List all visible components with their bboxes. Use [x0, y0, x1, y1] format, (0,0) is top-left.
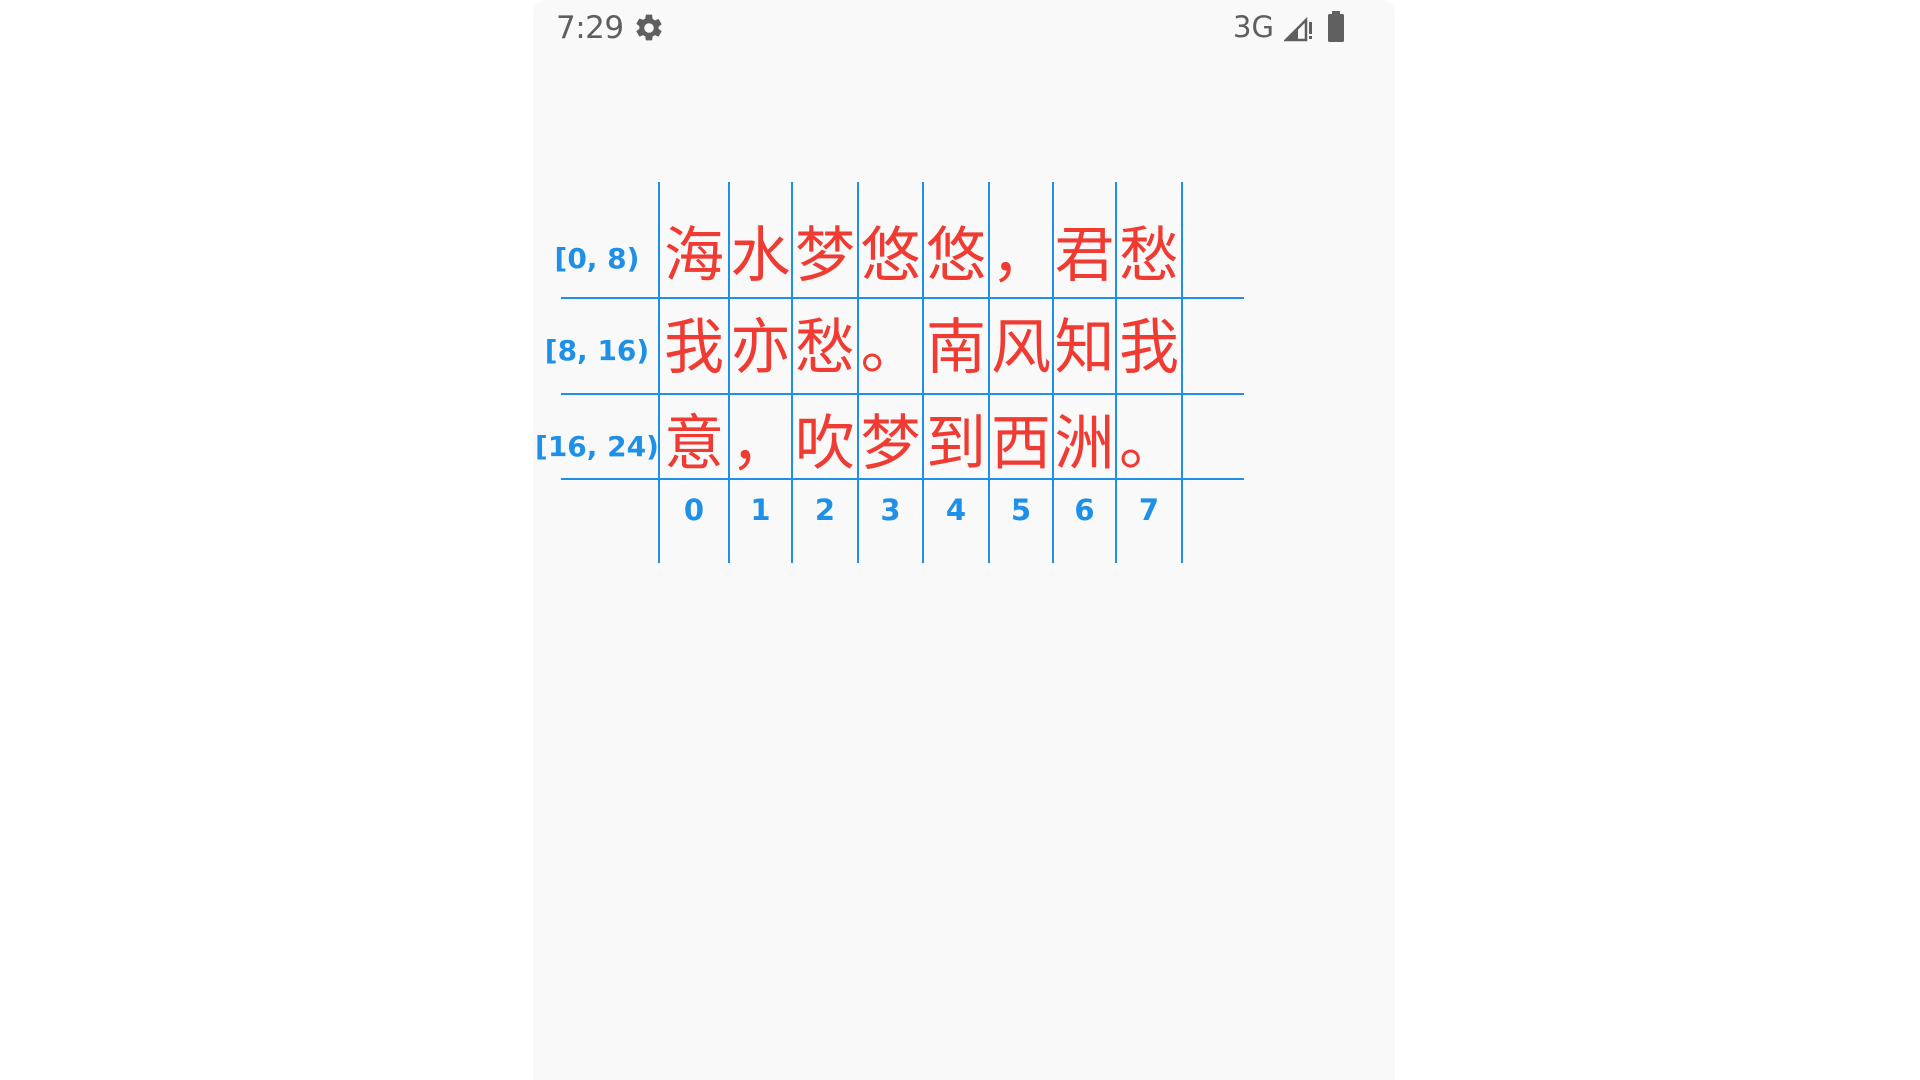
column-index-label: 4 [946, 493, 966, 527]
grid-character: 愁 [1119, 221, 1179, 291]
grid-character: 亦 [731, 313, 791, 383]
grid-character: ， [991, 221, 1051, 291]
column-index-label: 5 [1011, 493, 1031, 527]
column-index-label: 7 [1139, 493, 1159, 527]
grid-character: 君 [1055, 221, 1115, 291]
column-index-label: 6 [1074, 493, 1094, 527]
grid-character: 。 [861, 313, 921, 383]
column-index-labels: 0 1 2 3 4 5 6 7 [684, 493, 1159, 527]
grid-character: 水 [731, 221, 791, 291]
row-range-label: [0, 8) [555, 242, 640, 275]
grid-character: 愁 [795, 313, 855, 383]
grid-character: 我 [1119, 313, 1179, 383]
character-cells: 海水梦悠悠，君愁我亦愁。南风知我意，吹梦到西洲。 [664, 221, 1179, 479]
grid-character: 吹 [795, 409, 855, 479]
column-index-label: 2 [815, 493, 835, 527]
grid-character: 洲 [1055, 409, 1115, 479]
grid-character: 梦 [795, 221, 855, 291]
row-range-label: [8, 16) [545, 334, 649, 367]
column-index-label: 1 [750, 493, 770, 527]
row-labels: [0, 8) [8, 16) [16, 24) [535, 242, 659, 463]
phone-screen: 7:29 3G [0, 8) [8, 16) [16, 24) 海水梦悠悠，君愁我亦… [533, 0, 1395, 1080]
grid-character: 悠 [861, 221, 921, 291]
text-grid: [0, 8)[8, 16)[16, 24) 海水梦悠悠，君愁我亦愁。南风知我意，… [535, 182, 1244, 563]
column-index-label: 0 [684, 493, 704, 527]
grid-character: 梦 [861, 409, 921, 479]
grid-character: 。 [1119, 409, 1179, 479]
grid-character: 知 [1055, 313, 1115, 383]
grid-character: 我 [664, 313, 724, 383]
grid-character: 到 [926, 409, 986, 479]
grid-character: 风 [991, 313, 1051, 383]
grid-character: 南 [926, 313, 986, 383]
grid-character: 悠 [926, 221, 986, 291]
column-index-label: 3 [880, 493, 900, 527]
grid-character: 海 [664, 221, 724, 291]
row-range-label: [16, 24) [535, 430, 659, 463]
grid-character: ， [731, 409, 791, 479]
grid-character: 西 [991, 409, 1051, 479]
grid-character: 意 [664, 409, 724, 479]
